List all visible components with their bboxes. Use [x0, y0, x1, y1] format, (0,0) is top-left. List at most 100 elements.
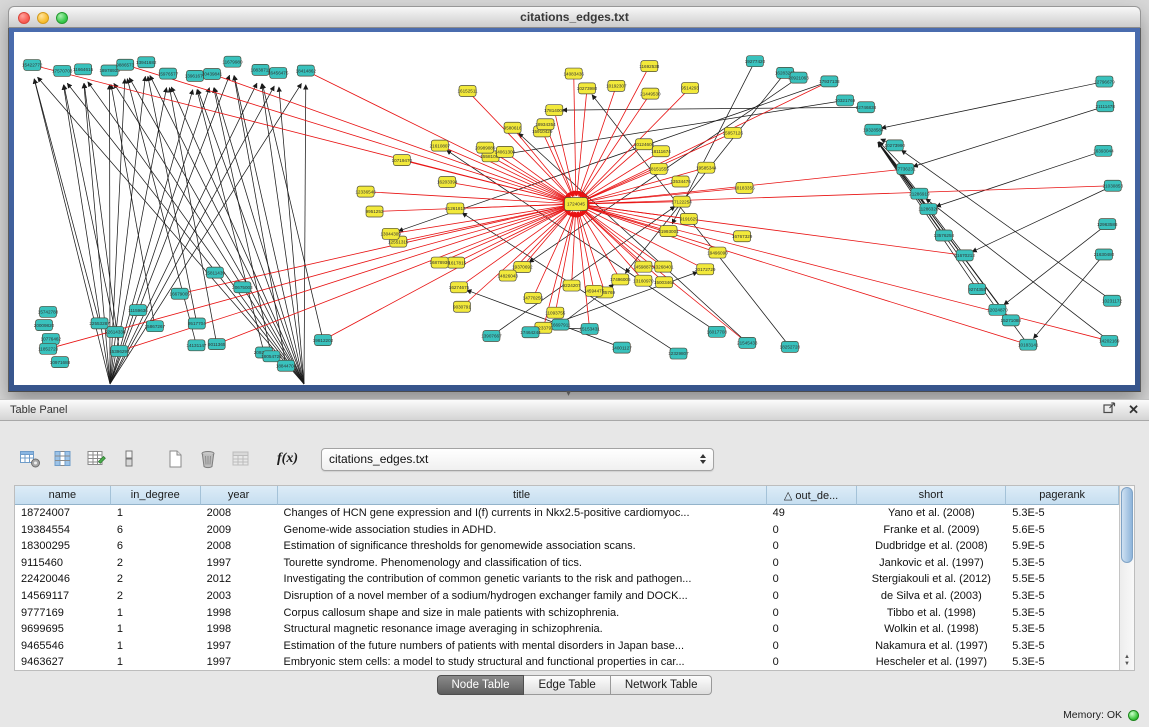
edge-black[interactable]	[197, 90, 264, 353]
graph-node[interactable]: 15811439	[205, 267, 226, 278]
graph-node[interactable]: 13044309	[380, 228, 401, 239]
table-row[interactable]: 2242004622012Investigating the contribut…	[15, 571, 1119, 588]
edge-black[interactable]	[37, 77, 304, 384]
graph-node[interactable]: 21993001	[658, 226, 679, 237]
graph-node[interactable]: 13160970	[633, 275, 654, 286]
graph-node[interactable]: 21030853	[1103, 180, 1124, 191]
graph-node[interactable]: 14202169	[1099, 335, 1120, 346]
graph-node[interactable]: 1724045	[565, 198, 588, 211]
graph-node[interactable]: 12796679	[1094, 76, 1115, 87]
edge-red[interactable]	[398, 206, 568, 242]
graph-node[interactable]: 21449530	[640, 88, 661, 99]
import-table-icon[interactable]	[229, 447, 253, 471]
graph-node[interactable]: 9011365	[208, 339, 226, 350]
splitter-collapse-icon[interactable]: ▾	[566, 388, 571, 399]
graph-node[interactable]: 16697911	[550, 319, 571, 330]
edge-black[interactable]	[110, 83, 257, 384]
edge-black[interactable]	[1033, 255, 1104, 339]
edge-black[interactable]	[111, 84, 155, 326]
graph-node[interactable]: 10971688	[50, 357, 71, 368]
graph-node[interactable]: 10321769	[835, 95, 856, 106]
graph-node[interactable]: 10183356	[734, 182, 755, 193]
scrollbar-buttons[interactable]: ▲▼	[1120, 654, 1134, 670]
graph-node[interactable]: 21630480	[1094, 249, 1115, 260]
column-header-pagerank[interactable]: pagerank	[1006, 486, 1119, 505]
graph-node[interactable]: 9274355	[968, 284, 986, 295]
table-row[interactable]: 1938455462009Genome-wide association stu…	[15, 522, 1119, 539]
edge-black[interactable]	[84, 83, 119, 351]
graph-node[interactable]: 14770256	[523, 292, 544, 303]
edge-red[interactable]	[583, 81, 829, 200]
delete-icon[interactable]	[196, 447, 220, 471]
edge-red[interactable]	[582, 144, 644, 198]
graph-node[interactable]: 17464244	[520, 327, 541, 338]
edge-red[interactable]	[456, 208, 569, 263]
graph-node[interactable]: 15003464	[654, 277, 675, 288]
graph-node[interactable]: 12329807	[668, 348, 689, 359]
tab-node-table[interactable]: Node Table	[437, 675, 525, 695]
graph-node[interactable]: 21261813	[445, 203, 466, 214]
graph-node[interactable]: 21111478	[1096, 101, 1116, 112]
edge-black[interactable]	[214, 88, 272, 357]
graph-node[interactable]: 16679005	[170, 288, 191, 299]
graph-node[interactable]: 9514293	[681, 82, 699, 93]
edge-red[interactable]	[574, 74, 576, 196]
edge-red[interactable]	[555, 212, 574, 313]
float-panel-icon[interactable]	[1103, 401, 1116, 419]
edge-red[interactable]	[582, 209, 644, 266]
graph-node[interactable]: 9951253	[366, 206, 384, 217]
network-graph[interactable]: 1724045171222549191629167673292199300119…	[14, 32, 1135, 385]
row-icon[interactable]	[117, 447, 141, 471]
graph-node[interactable]: 16017708	[707, 326, 728, 337]
graph-node[interactable]: 11286320	[918, 204, 939, 215]
edge-black[interactable]	[110, 86, 274, 384]
zoom-window-button[interactable]	[56, 12, 68, 24]
graph-node[interactable]: 17570703	[52, 65, 73, 76]
graph-node[interactable]: 12336546	[355, 186, 376, 197]
graph-node[interactable]: 17736231	[895, 164, 916, 175]
graph-node[interactable]: 9886573	[116, 59, 134, 70]
graph-node[interactable]: 9030791	[453, 301, 471, 312]
graph-node[interactable]: 14061300	[495, 146, 516, 157]
edge-black[interactable]	[304, 85, 306, 384]
graph-node[interactable]: 16456475	[268, 67, 289, 78]
edge-black[interactable]	[234, 75, 304, 384]
graph-node[interactable]: 10192307	[606, 80, 627, 91]
table-mode-icon[interactable]	[18, 447, 42, 471]
graph-node[interactable]: 15957126	[723, 127, 744, 138]
graph-node[interactable]: 18111674	[651, 146, 671, 157]
close-window-button[interactable]	[18, 12, 30, 24]
graph-node[interactable]: 19328584	[863, 124, 884, 135]
edge-black[interactable]	[129, 78, 304, 384]
graph-node[interactable]: 20921063	[788, 72, 809, 83]
table-selector-dropdown[interactable]: citations_edges.txt	[321, 448, 714, 471]
graph-node[interactable]: 18252728	[780, 341, 801, 352]
graph-node[interactable]: 18414862	[296, 65, 317, 76]
create-column-icon[interactable]	[84, 447, 108, 471]
graph-node[interactable]: 20009820	[34, 320, 55, 331]
graph-node[interactable]: 18151555	[649, 163, 670, 174]
table-row[interactable]: 977716911998Corpus callosum shape and si…	[15, 605, 1119, 622]
graph-node[interactable]: 13534476	[670, 176, 691, 187]
graph-node[interactable]: 14826043	[497, 270, 518, 281]
tab-network-table[interactable]: Network Table	[611, 675, 713, 695]
graph-node[interactable]: 20989089	[475, 142, 496, 153]
function-builder-icon[interactable]: f(x)	[275, 451, 300, 467]
graph-node[interactable]: 21286919	[909, 188, 930, 199]
graph-node[interactable]: 12024870	[987, 304, 1008, 315]
graph-node[interactable]: 16152511	[457, 85, 478, 96]
graph-node[interactable]: 20439841	[202, 68, 223, 79]
edge-red[interactable]	[48, 206, 568, 349]
table-row[interactable]: 911546021997Tourette syndrome. Phenomeno…	[15, 555, 1119, 572]
edge-red[interactable]	[583, 151, 661, 200]
graph-node[interactable]: 17814000	[544, 105, 565, 116]
show-columns-icon[interactable]	[51, 447, 75, 471]
graph-node[interactable]: 11679980	[222, 56, 243, 67]
graph-node[interactable]: 15976577	[158, 68, 179, 79]
edge-black[interactable]	[84, 83, 110, 384]
edge-red[interactable]	[542, 131, 572, 196]
edge-red[interactable]	[554, 110, 574, 196]
graph-node[interactable]: 19812202	[313, 335, 334, 346]
graph-node[interactable]: 16203394	[437, 176, 458, 187]
graph-node[interactable]: 14131147	[186, 340, 207, 351]
